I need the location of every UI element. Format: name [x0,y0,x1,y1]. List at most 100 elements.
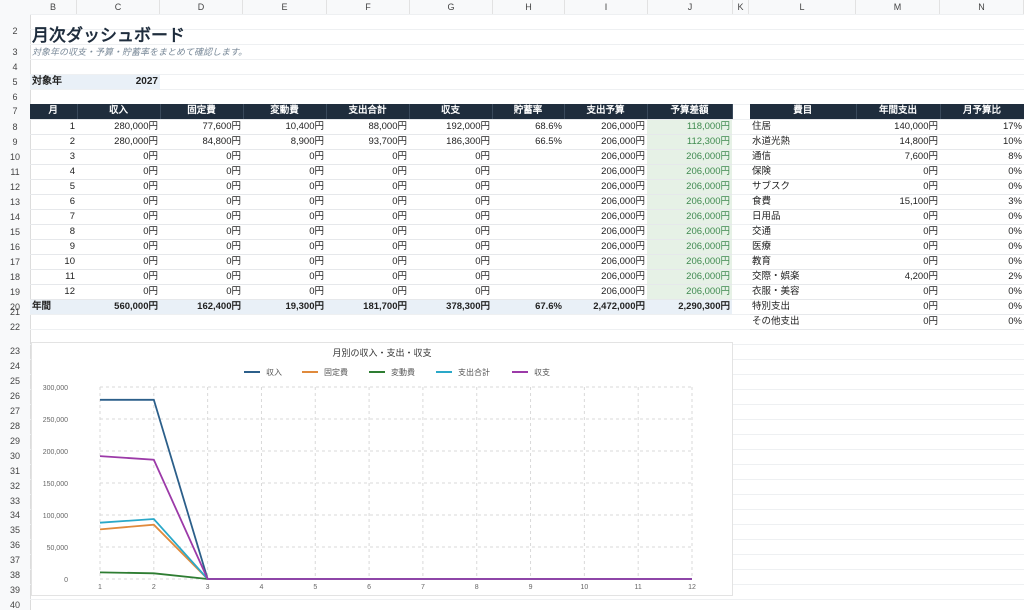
table-cell[interactable]: 0円 [77,284,160,300]
table-cell[interactable]: 0円 [243,209,326,225]
table-cell[interactable]: 0円 [160,239,243,255]
row-header[interactable]: 8 [0,122,30,132]
category-value-cell[interactable]: 0% [940,179,1024,195]
total-cell[interactable]: 2,472,000円 [564,299,647,314]
category-value-cell[interactable]: 4,200円 [856,269,940,285]
table-cell[interactable] [492,209,564,225]
monthly-header-cell[interactable]: 固定費 [160,104,244,120]
table-cell[interactable]: 0円 [77,179,160,195]
table-cell[interactable]: 77,600円 [160,119,243,135]
table-cell[interactable]: 206,000円 [564,269,647,285]
row-header[interactable]: 37 [0,555,30,565]
total-cell[interactable]: 19,300円 [243,299,326,314]
column-header[interactable]: F [327,0,410,14]
row-header[interactable]: 7 [0,106,30,116]
row-header[interactable]: 27 [0,406,30,416]
table-cell[interactable]: 0円 [160,179,243,195]
row-header[interactable]: 36 [0,540,30,550]
category-name-cell[interactable]: 衣服・美容 [750,284,856,300]
table-cell[interactable]: 2 [30,134,77,150]
line-chart[interactable]: 月別の収入・支出・収支 0 50,000 100,000 150,000 200,000 2… [31,342,733,596]
category-value-cell[interactable]: 0% [940,239,1024,255]
table-cell[interactable]: 68.6% [492,119,564,135]
monthly-header-cell[interactable]: 収支 [409,104,493,120]
table-cell[interactable]: 206,000円 [564,194,647,210]
table-cell[interactable]: 0円 [326,209,409,225]
table-cell[interactable]: 192,000円 [409,119,492,135]
row-header[interactable]: 34 [0,510,30,520]
table-cell[interactable]: 0円 [160,284,243,300]
column-header[interactable]: E [243,0,327,14]
category-value-cell[interactable]: 0% [940,299,1024,315]
row-header[interactable]: 4 [0,62,30,72]
monthly-header-cell[interactable]: 貯蓄率 [492,104,565,120]
category-value-cell[interactable]: 8% [940,149,1024,165]
table-cell[interactable]: 0円 [160,149,243,165]
table-cell[interactable]: 10 [30,254,77,270]
table-cell[interactable]: 280,000円 [77,134,160,150]
row-header[interactable]: 23 [0,346,30,356]
table-cell[interactable]: 0円 [77,209,160,225]
table-cell[interactable]: 0円 [326,239,409,255]
table-cell[interactable]: 0円 [409,149,492,165]
category-value-cell[interactable]: 0% [940,224,1024,240]
row-header[interactable]: 21 [0,307,30,317]
table-cell[interactable] [492,149,564,165]
column-header[interactable]: K [733,0,749,14]
row-header[interactable]: 2 [0,26,30,36]
table-cell[interactable]: 0円 [77,194,160,210]
budget-diff-cell[interactable]: 206,000円 [647,269,732,285]
column-header[interactable]: M [856,0,940,14]
column-header[interactable]: C [77,0,160,14]
table-cell[interactable] [492,224,564,240]
table-cell[interactable]: 0円 [77,254,160,270]
table-cell[interactable]: 66.5% [492,134,564,150]
total-cell[interactable]: 2,290,300円 [647,299,732,314]
table-cell[interactable]: 0円 [409,194,492,210]
table-cell[interactable]: 0円 [243,149,326,165]
row-header[interactable]: 25 [0,376,30,386]
category-value-cell[interactable]: 0% [940,164,1024,180]
category-value-cell[interactable]: 3% [940,194,1024,210]
category-value-cell[interactable]: 2% [940,269,1024,285]
table-cell[interactable] [492,269,564,285]
row-header[interactable]: 35 [0,525,30,535]
table-cell[interactable]: 12 [30,284,77,300]
table-cell[interactable]: 0円 [77,149,160,165]
table-cell[interactable]: 4 [30,164,77,180]
budget-diff-cell[interactable]: 206,000円 [647,164,732,180]
table-cell[interactable]: 0円 [409,179,492,195]
row-header[interactable]: 12 [0,182,30,192]
row-header[interactable]: 9 [0,137,30,147]
table-cell[interactable]: 0円 [326,284,409,300]
table-cell[interactable] [492,179,564,195]
monthly-header-cell[interactable]: 変動費 [243,104,327,120]
table-cell[interactable]: 0円 [77,164,160,180]
table-cell[interactable]: 206,000円 [564,179,647,195]
table-cell[interactable]: 0円 [243,179,326,195]
table-cell[interactable]: 280,000円 [77,119,160,135]
table-cell[interactable]: 0円 [409,269,492,285]
budget-diff-cell[interactable]: 206,000円 [647,149,732,165]
monthly-header-cell[interactable]: 収入 [77,104,161,120]
row-header[interactable]: 24 [0,361,30,371]
monthly-header-cell[interactable]: 支出合計 [326,104,410,120]
table-cell[interactable]: 206,000円 [564,164,647,180]
table-cell[interactable]: 0円 [326,194,409,210]
category-name-cell[interactable]: 医療 [750,239,856,255]
table-cell[interactable]: 0円 [243,284,326,300]
table-cell[interactable]: 0円 [160,224,243,240]
budget-diff-cell[interactable]: 206,000円 [647,194,732,210]
column-header[interactable]: B [30,0,77,14]
category-value-cell[interactable]: 0円 [856,164,940,180]
category-value-cell[interactable]: 0% [940,284,1024,300]
row-header[interactable]: 6 [0,92,30,102]
row-header[interactable]: 39 [0,585,30,595]
category-value-cell[interactable]: 0円 [856,239,940,255]
table-cell[interactable]: 8,900円 [243,134,326,150]
total-cell[interactable]: 年間 [30,299,77,314]
row-header[interactable]: 26 [0,391,30,401]
table-cell[interactable]: 0円 [326,179,409,195]
budget-diff-cell[interactable]: 118,000円 [647,119,732,135]
table-cell[interactable]: 0円 [77,269,160,285]
